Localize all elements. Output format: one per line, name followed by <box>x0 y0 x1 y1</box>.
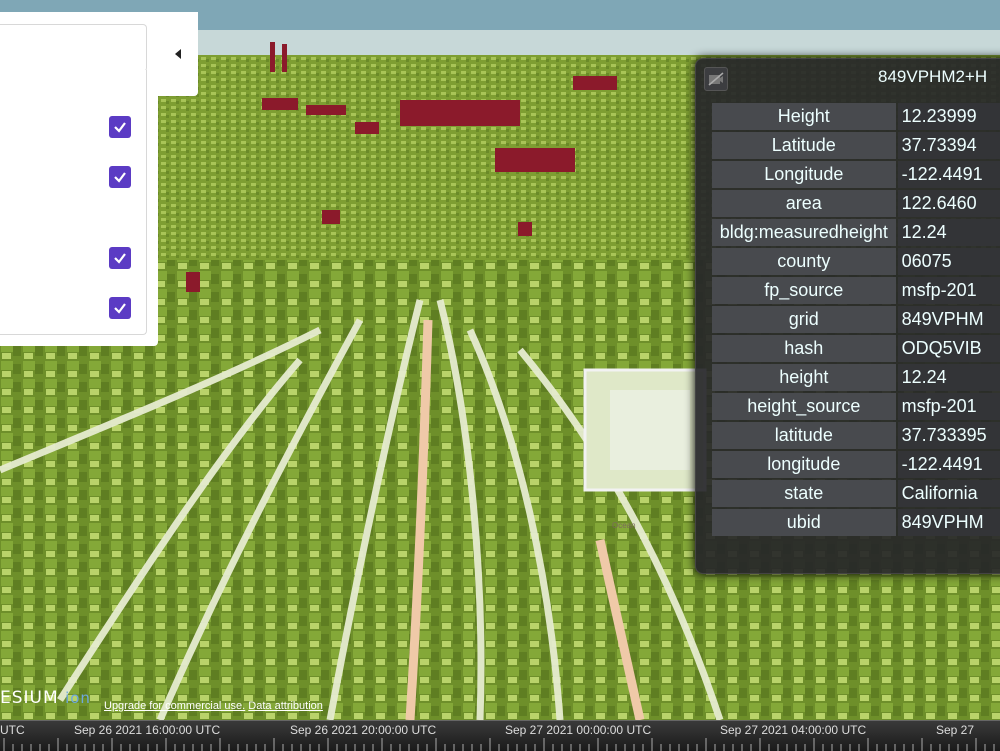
property-value: California <box>897 480 1000 507</box>
checkmark-icon <box>114 253 126 264</box>
property-key: height <box>712 364 896 391</box>
property-key: Latitude <box>712 132 896 159</box>
cesium-ion-logo[interactable]: ESIUM ion <box>0 688 91 708</box>
layer-list <box>0 70 147 335</box>
street-label-ocean: Ocean <box>612 521 636 530</box>
caret-left-icon <box>175 49 181 59</box>
timeline-label: Sep 27 <box>936 723 975 737</box>
property-key: state <box>712 480 896 507</box>
property-row: bldg:measuredheight 12.24 <box>712 219 1000 246</box>
info-box: 849VPHM2+H Height 12.23999 Latitude 37.7339… <box>695 58 1000 574</box>
property-value: msfp-201 <box>897 277 1000 304</box>
properties-table: Height 12.23999 Latitude 37.73394 Longitude -… <box>710 101 1000 538</box>
property-value: msfp-201 <box>897 393 1000 420</box>
logo-suffix: ion <box>65 689 91 707</box>
property-value: 122.6460 <box>897 190 1000 217</box>
property-value: 37.733395 <box>897 422 1000 449</box>
property-value: -122.4491 <box>897 451 1000 478</box>
property-value: 37.73394 <box>897 132 1000 159</box>
timeline-label: Sep 27 2021 00:00:00 UTC <box>505 723 652 737</box>
property-row: height_source msfp-201 <box>712 393 1000 420</box>
property-key: height_source <box>712 393 896 420</box>
property-value: 12.24 <box>897 364 1000 391</box>
property-row: hash ODQ5VIB <box>712 335 1000 362</box>
property-row: fp_source msfp-201 <box>712 277 1000 304</box>
property-key: ubid <box>712 509 896 536</box>
camera-disabled-icon[interactable] <box>704 67 728 91</box>
property-row: Longitude -122.4491 <box>712 161 1000 188</box>
logo-text: ESIUM <box>0 688 59 708</box>
property-row: latitude 37.733395 <box>712 422 1000 449</box>
property-value: -122.4491 <box>897 161 1000 188</box>
property-key: area <box>712 190 896 217</box>
property-value: 849VPHM <box>897 306 1000 333</box>
layer-checkbox-2[interactable] <box>109 166 131 188</box>
info-box-title: 849VPHM2+H <box>878 67 988 86</box>
property-key: longitude <box>712 451 896 478</box>
property-value: 12.23999 <box>897 103 1000 130</box>
layer-checkbox-4[interactable] <box>109 297 131 319</box>
property-row: county 06075 <box>712 248 1000 275</box>
property-key: fp_source <box>712 277 896 304</box>
upgrade-link[interactable]: Upgrade for commercial use. <box>104 700 245 712</box>
property-key: Height <box>712 103 896 130</box>
property-row: longitude -122.4491 <box>712 451 1000 478</box>
property-value: ODQ5VIB <box>897 335 1000 362</box>
property-key: latitude <box>712 422 896 449</box>
layer-panel-header <box>0 24 147 72</box>
timeline-ticks <box>3 738 995 751</box>
checkmark-icon <box>114 122 126 133</box>
timeline-label: Sep 26 2021 20:00:00 UTC <box>290 723 437 737</box>
layer-checkbox-1[interactable] <box>109 116 131 138</box>
property-row: Latitude 37.73394 <box>712 132 1000 159</box>
property-key: bldg:measuredheight <box>712 219 896 246</box>
property-row: area 122.6460 <box>712 190 1000 217</box>
property-row: grid 849VPHM <box>712 306 1000 333</box>
property-row: height 12.24 <box>712 364 1000 391</box>
property-key: grid <box>712 306 896 333</box>
layer-checkbox-3[interactable] <box>109 247 131 269</box>
checkmark-icon <box>114 303 126 314</box>
property-row: state California <box>712 480 1000 507</box>
timeline-label: Sep 26 2021 16:00:00 UTC <box>74 723 221 737</box>
property-value: 12.24 <box>897 219 1000 246</box>
timeline[interactable]: UTC Sep 26 2021 16:00:00 UTC Sep 26 2021… <box>0 720 1000 751</box>
data-attribution-link[interactable]: Data attribution <box>248 700 323 712</box>
checkmark-icon <box>114 172 126 183</box>
credit-links: Upgrade for commercial use. Data attribu… <box>104 700 323 712</box>
collapse-panel-button[interactable] <box>170 46 186 62</box>
timeline-label: UTC <box>0 723 25 737</box>
property-row: Height 12.23999 <box>712 103 1000 130</box>
property-value: 849VPHM <box>897 509 1000 536</box>
property-value: 06075 <box>897 248 1000 275</box>
property-key: county <box>712 248 896 275</box>
property-key: Longitude <box>712 161 896 188</box>
property-row: ubid 849VPHM <box>712 509 1000 536</box>
timeline-label: Sep 27 2021 04:00:00 UTC <box>720 723 867 737</box>
info-box-title-bar: 849VPHM2+H <box>696 59 1000 95</box>
property-key: hash <box>712 335 896 362</box>
